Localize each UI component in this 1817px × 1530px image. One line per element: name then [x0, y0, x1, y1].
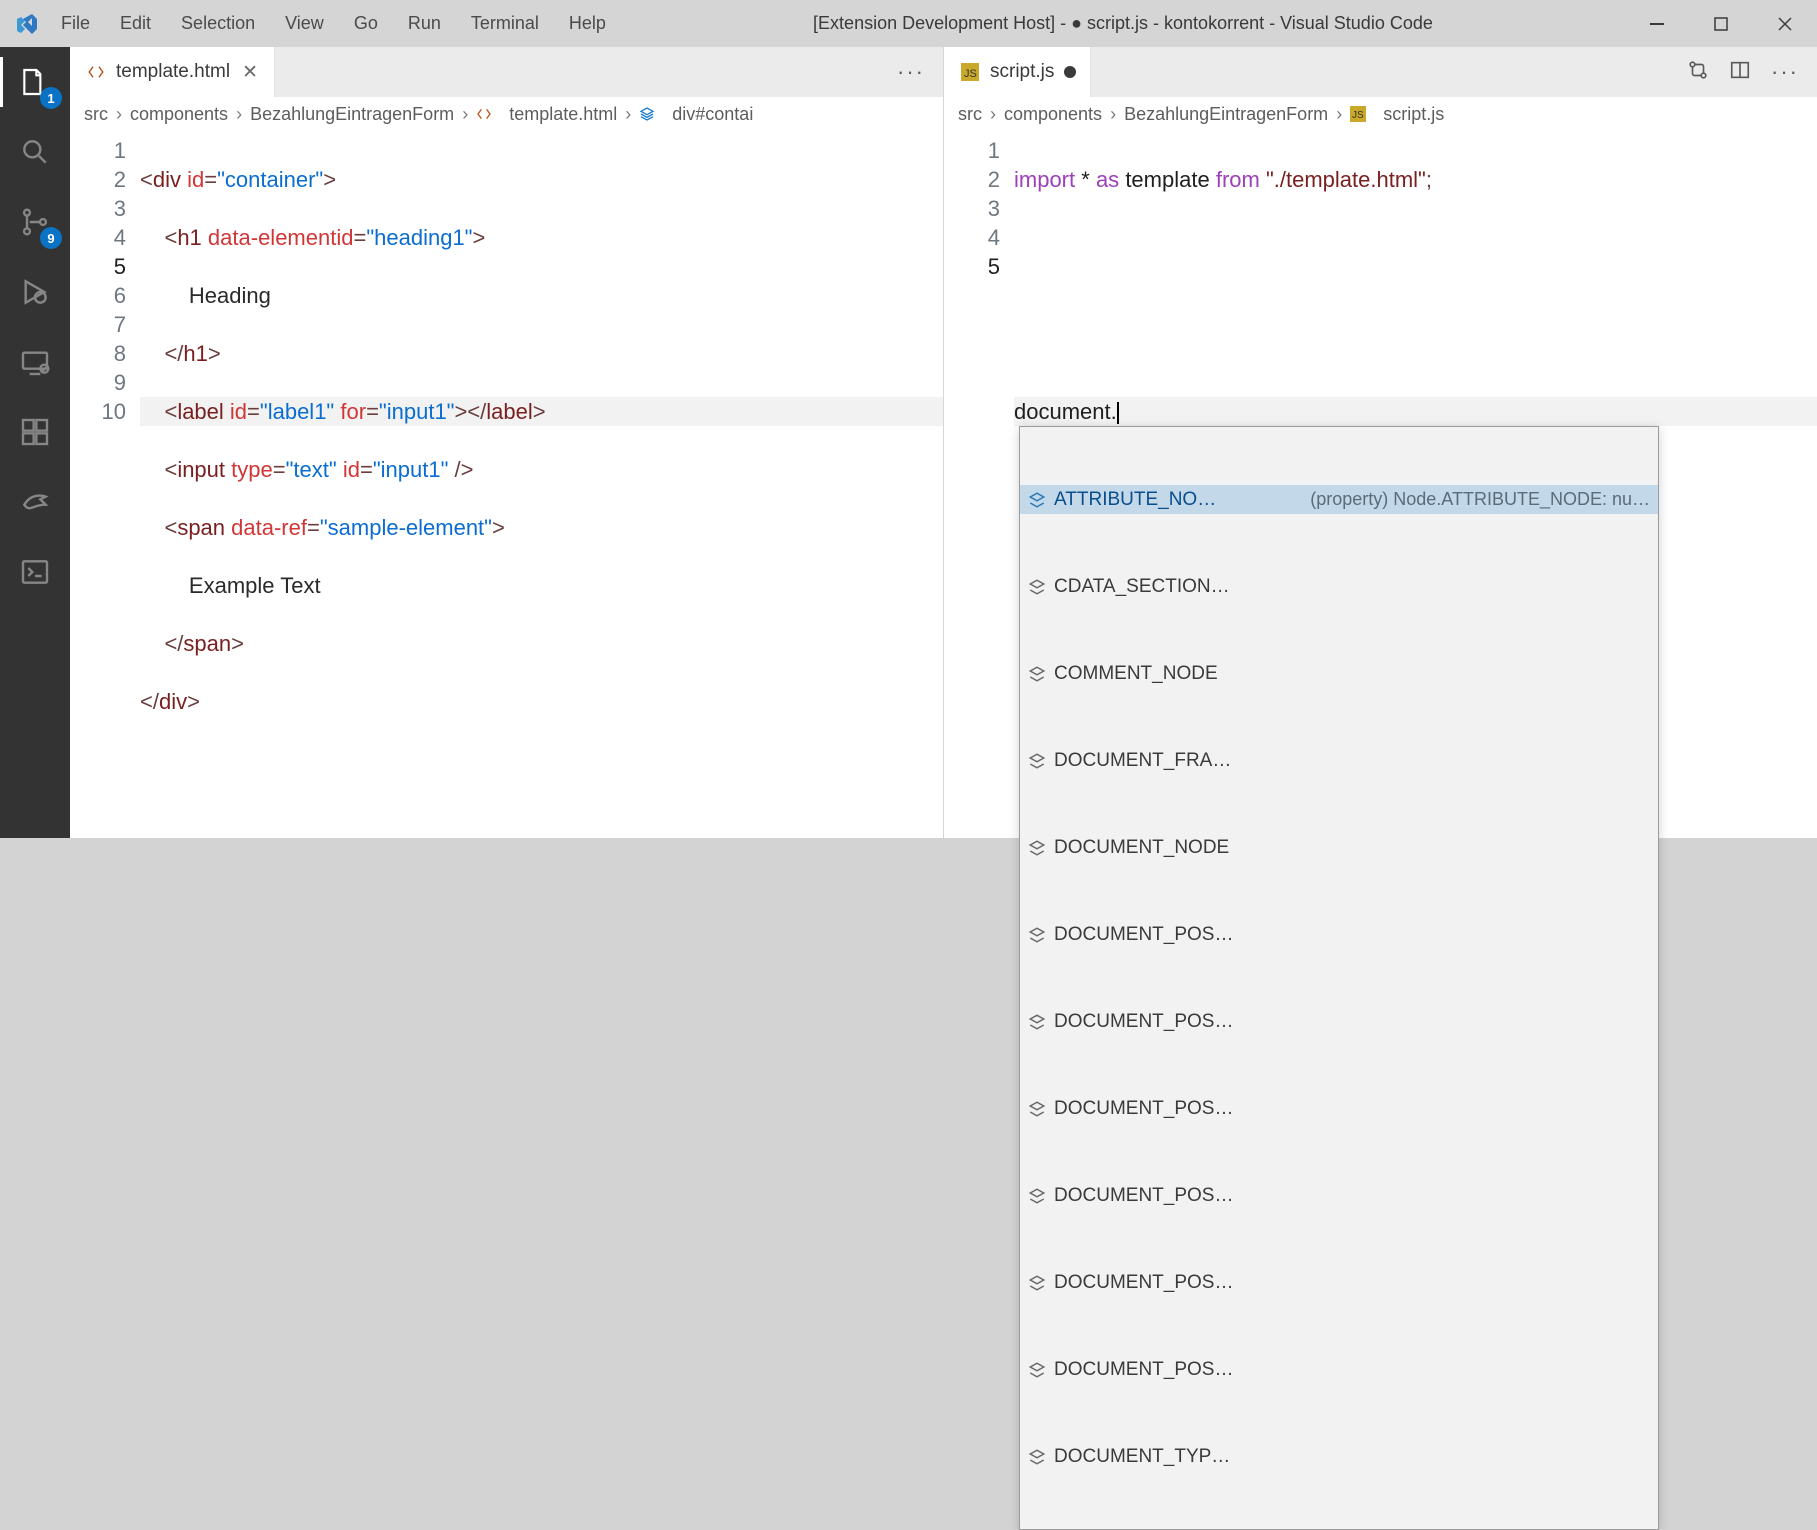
menu-view[interactable]: View	[270, 13, 339, 34]
breadcrumb-file[interactable]: template.html	[476, 104, 617, 125]
breadcrumb-src[interactable]: src	[958, 104, 982, 125]
menu-edit[interactable]: Edit	[105, 13, 166, 34]
tab-bar-right: JS script.js ···	[944, 47, 1817, 97]
menu-go[interactable]: Go	[339, 13, 393, 34]
activity-explorer[interactable]: 1	[10, 57, 60, 107]
chevron-right-icon: ›	[462, 104, 468, 125]
activity-scm[interactable]: 9	[10, 197, 60, 247]
dirty-indicator-icon	[1064, 66, 1076, 78]
activity-run-debug[interactable]	[10, 267, 60, 317]
breadcrumb-src[interactable]: src	[84, 104, 108, 125]
menu-bar: File Edit Selection View Go Run Terminal…	[46, 13, 621, 34]
property-icon	[1028, 578, 1046, 596]
line-gutter: 1 2 3 4 5	[944, 131, 1014, 838]
breadcrumbs-right[interactable]: src › components › BezahlungEintragenForm ›…	[944, 97, 1817, 131]
suggest-item[interactable]: CDATA_SECTION_NODE	[1020, 572, 1658, 601]
tab-close-icon[interactable]: ✕	[240, 61, 260, 84]
chevron-right-icon: ›	[236, 104, 242, 125]
suggest-item[interactable]: DOCUMENT_POSITION_CONTAINS	[1020, 1007, 1658, 1036]
split-editor-icon[interactable]	[1729, 59, 1751, 86]
js-file-icon: JS	[960, 62, 980, 82]
window-title: [Extension Development Host] - ● script.…	[621, 13, 1625, 34]
code-editor-left[interactable]: 1 2 3 4 5 6 7 8 9 10 <div id="container"…	[70, 131, 943, 838]
minimize-button[interactable]	[1625, 0, 1689, 47]
breadcrumb-components[interactable]: components	[130, 104, 228, 125]
suggest-item[interactable]: DOCUMENT_POSITION_IMPLEMENTATION_SPECIFI…	[1020, 1268, 1658, 1297]
html-file-icon	[86, 62, 106, 82]
property-icon	[1028, 1361, 1046, 1379]
property-icon	[1028, 1187, 1046, 1205]
text-cursor	[1117, 402, 1119, 424]
breadcrumb-components[interactable]: components	[1004, 104, 1102, 125]
suggest-item[interactable]: DOCUMENT_POSITION_FOLLOWING	[1020, 1181, 1658, 1210]
tab-label: template.html	[116, 61, 230, 83]
activity-share[interactable]	[10, 477, 60, 527]
more-actions-icon[interactable]: ···	[897, 59, 925, 85]
tab-script-js[interactable]: JS script.js	[944, 47, 1091, 97]
svg-text:JS: JS	[964, 68, 977, 80]
explorer-badge: 1	[40, 87, 62, 109]
property-icon	[1028, 1274, 1046, 1292]
menu-terminal[interactable]: Terminal	[456, 13, 554, 34]
tab-actions-right: ···	[1669, 47, 1817, 97]
breadcrumb-symbol[interactable]: div#contai	[639, 104, 753, 125]
app-logo	[8, 12, 46, 36]
property-icon	[1028, 1013, 1046, 1031]
code-editor-right[interactable]: 1 2 3 4 5 import * as template from "./t…	[944, 131, 1817, 838]
suggest-item[interactable]: ATTRIBUTE_NO… (property) Node.ATTRIBUTE_…	[1020, 485, 1658, 514]
suggest-item[interactable]: DOCUMENT_POSITION_DISCONNECTED	[1020, 1094, 1658, 1123]
editor-pane-right: JS script.js ··· src › components › Bezahl…	[943, 47, 1817, 838]
suggest-detail: (property) Node.ATTRIBUTE_NODE: nu…	[1310, 485, 1650, 514]
menu-run[interactable]: Run	[393, 13, 456, 34]
suggest-item[interactable]: DOCUMENT_TYPE_NODE	[1020, 1442, 1658, 1471]
property-icon	[1028, 1100, 1046, 1118]
property-icon	[1028, 491, 1046, 509]
activity-remote[interactable]	[10, 337, 60, 387]
close-button[interactable]	[1753, 0, 1817, 47]
maximize-button[interactable]	[1689, 0, 1753, 47]
compare-changes-icon[interactable]	[1687, 59, 1709, 86]
code-lines[interactable]: import * as template from "./template.ht…	[1014, 131, 1817, 838]
breadcrumb-folder[interactable]: BezahlungEintragenForm	[250, 104, 454, 125]
code-lines[interactable]: <div id="container"> <h1 data-elementid=…	[140, 131, 943, 838]
chevron-right-icon: ›	[1110, 104, 1116, 125]
breadcrumb-file[interactable]: JS script.js	[1350, 104, 1444, 125]
line-gutter: 1 2 3 4 5 6 7 8 9 10	[70, 131, 140, 838]
suggest-item[interactable]: DOCUMENT_NODE	[1020, 833, 1658, 862]
tab-actions-left: ···	[879, 47, 943, 97]
breadcrumbs-left[interactable]: src › components › BezahlungEintragenForm ›…	[70, 97, 943, 131]
property-icon	[1028, 752, 1046, 770]
suggest-item[interactable]: DOCUMENT_POSITION_PRECEDING	[1020, 1355, 1658, 1384]
title-bar: File Edit Selection View Go Run Terminal…	[0, 0, 1817, 47]
menu-file[interactable]: File	[46, 13, 105, 34]
activity-bar: 1 9	[0, 47, 70, 838]
property-icon	[1028, 1448, 1046, 1466]
breadcrumb-folder[interactable]: BezahlungEintragenForm	[1124, 104, 1328, 125]
intellisense-suggest[interactable]: ATTRIBUTE_NO… (property) Node.ATTRIBUTE_…	[1019, 426, 1659, 1530]
svg-text:JS: JS	[1352, 110, 1364, 121]
chevron-right-icon: ›	[1336, 104, 1342, 125]
property-icon	[1028, 926, 1046, 944]
window-controls	[1625, 0, 1817, 47]
activity-terminal[interactable]	[10, 547, 60, 597]
chevron-right-icon: ›	[625, 104, 631, 125]
more-actions-icon[interactable]: ···	[1771, 59, 1799, 85]
menu-selection[interactable]: Selection	[166, 13, 270, 34]
scm-badge: 9	[40, 227, 62, 249]
editor-pane-left: template.html ✕ ··· src › components › Bez…	[70, 47, 943, 838]
property-icon	[1028, 665, 1046, 683]
tab-bar-left: template.html ✕ ···	[70, 47, 943, 97]
property-icon	[1028, 839, 1046, 857]
suggest-item[interactable]: COMMENT_NODE	[1020, 659, 1658, 688]
activity-search[interactable]	[10, 127, 60, 177]
suggest-item[interactable]: DOCUMENT_POSITION_CONTAINED_BY	[1020, 920, 1658, 949]
suggest-item[interactable]: DOCUMENT_FRAGMENT_NODE	[1020, 746, 1658, 775]
activity-extensions[interactable]	[10, 407, 60, 457]
menu-help[interactable]: Help	[554, 13, 621, 34]
tab-template-html[interactable]: template.html ✕	[70, 47, 275, 97]
chevron-right-icon: ›	[116, 104, 122, 125]
chevron-right-icon: ›	[990, 104, 996, 125]
tab-label: script.js	[990, 61, 1054, 83]
